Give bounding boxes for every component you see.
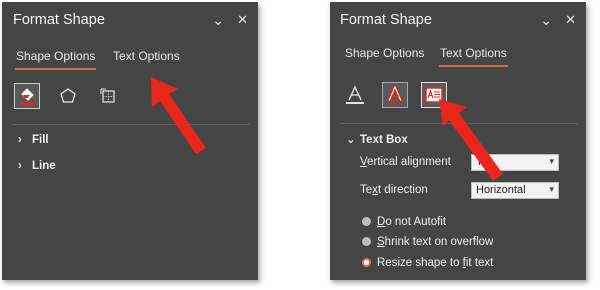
callout-arrow [151,77,206,154]
text-fill-outline-icon[interactable] [342,82,368,108]
tab-shape-options[interactable]: Shape Options [14,49,97,70]
radio-shrink-text-on-overflow[interactable]: Shrink text on overflow [362,236,493,248]
format-shape-pane-right: Format Shape ⌄ ✕ Shape Options Text Opti… [330,2,586,280]
chevron-right-icon: › [18,134,22,146]
pane-title: Format Shape [13,12,105,28]
radio-do-not-autofit[interactable]: Do not Autofit [362,216,446,228]
tab-text-options[interactable]: Text Options [113,49,180,63]
fill-bucket-icon[interactable] [14,83,40,109]
format-shape-pane-left: Format Shape ⌄ ✕ Shape Options Text Opti… [2,2,258,280]
text-direction-label: Text direction [360,184,428,196]
radio-button[interactable] [362,217,371,226]
radio-button[interactable] [362,237,371,246]
size-properties-icon[interactable] [95,83,121,109]
callout-arrow [439,99,503,181]
chevron-down-icon[interactable]: ⌄ [540,12,552,28]
pane-title: Format Shape [340,12,432,28]
chevron-down-icon: ▾ [549,156,554,166]
tab-text-options[interactable]: Text Options [439,46,508,67]
radio-button[interactable] [362,258,371,267]
radio-resize-shape-to-fit-text[interactable]: Resize shape to fit text [362,257,493,269]
chevron-down-icon[interactable]: ⌄ [212,12,224,28]
section-text-box[interactable]: ⌄ Text Box [346,132,408,146]
pentagon-icon[interactable] [55,83,81,109]
tab-shape-options[interactable]: Shape Options [345,46,424,60]
chevron-right-icon: › [18,160,22,172]
close-icon[interactable]: ✕ [565,12,576,28]
chevron-down-icon: ▾ [549,184,554,194]
section-line[interactable]: › Line [18,160,56,172]
text-effects-icon[interactable] [382,82,408,108]
chevron-down-icon: ⌄ [346,134,356,146]
close-icon[interactable]: ✕ [237,12,248,28]
section-fill[interactable]: › Fill [18,134,49,146]
